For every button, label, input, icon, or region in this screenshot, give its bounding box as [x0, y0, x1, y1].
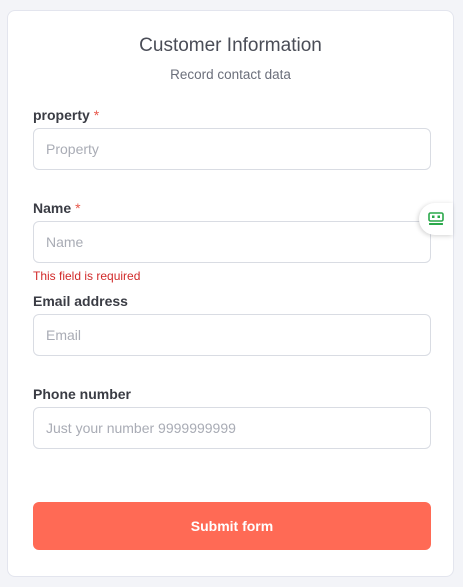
name-input[interactable]: [33, 221, 431, 263]
email-label: Email address: [33, 293, 128, 309]
assistant-widget-button[interactable]: [419, 203, 453, 235]
form-title: Customer Information: [139, 35, 322, 56]
required-asterisk: *: [75, 200, 81, 216]
required-asterisk: *: [93, 107, 100, 123]
phone-label: Phone number: [33, 386, 132, 402]
robot-icon: [428, 212, 444, 225]
property-label-text: property: [33, 107, 90, 123]
name-label-text: Name: [33, 200, 72, 216]
phone-input[interactable]: [33, 407, 431, 449]
form-subtitle: Record contact data: [170, 67, 291, 82]
submit-button[interactable]: Submit form: [33, 502, 431, 550]
email-input[interactable]: [33, 314, 431, 356]
name-label: Name *: [33, 200, 81, 216]
property-input[interactable]: [33, 128, 431, 170]
customer-form-card: Customer Information Record contact data…: [7, 10, 454, 577]
name-error-message: This field is required: [33, 269, 141, 283]
property-label: property *: [33, 107, 99, 123]
